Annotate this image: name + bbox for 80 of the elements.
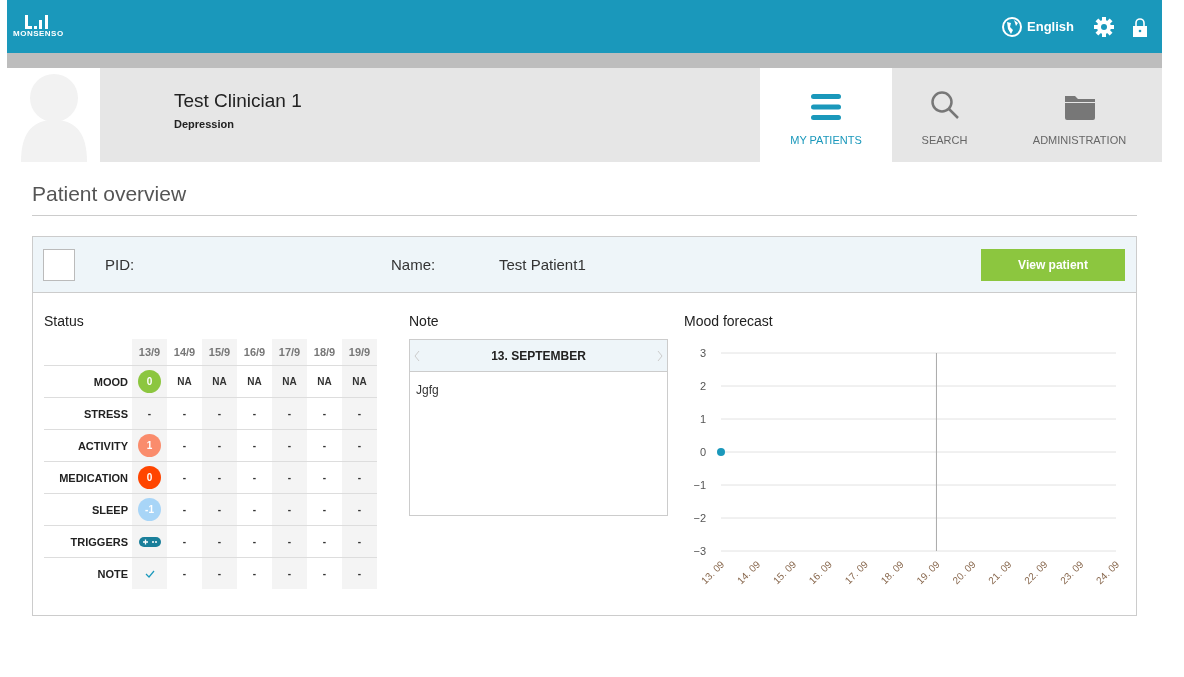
section-title: Mood forecast xyxy=(684,313,774,329)
axis-label: 0 xyxy=(699,446,706,458)
table-cell: - xyxy=(202,397,237,430)
axis-label: 15. 09 xyxy=(770,558,799,587)
axis-label: 17. 09 xyxy=(842,558,871,587)
pid-label: PID: xyxy=(105,256,136,273)
axis-label: 18. 09 xyxy=(878,558,906,587)
table-cell: - xyxy=(342,461,377,494)
chevron-left-icon[interactable] xyxy=(414,349,420,362)
search-icon xyxy=(929,90,960,120)
column-header: 19/9 xyxy=(342,339,377,366)
table-cell: - xyxy=(202,429,237,462)
axis-label: 14. 09 xyxy=(734,558,763,587)
column-header: 14/9 xyxy=(167,339,202,366)
table-cell: - xyxy=(202,461,237,494)
table-cell: - xyxy=(342,525,377,558)
gamepad-icon xyxy=(138,536,161,547)
table-cell: - xyxy=(202,493,237,526)
axis-label: 19. 09 xyxy=(914,558,942,587)
nav-tab[interactable]: SEARCH xyxy=(892,68,997,162)
nav-tab[interactable]: ADMINISTRATION xyxy=(997,68,1162,162)
table-cell: - xyxy=(342,557,377,589)
patient-name: Test Patient1 xyxy=(499,256,586,273)
view-patient-button[interactable]: View patient xyxy=(981,248,1125,281)
table-cell: - xyxy=(272,525,307,558)
table-cell: - xyxy=(202,557,237,589)
table-cell: - xyxy=(202,525,237,558)
score-badge: -1 xyxy=(138,498,161,521)
table-cell: - xyxy=(272,429,307,462)
name-label: Name: xyxy=(391,256,437,273)
column-header: 13/9 xyxy=(132,339,167,366)
axis-label: 16. 09 xyxy=(806,558,835,587)
score-badge: 1 xyxy=(138,434,161,457)
language-selector[interactable]: English xyxy=(1002,16,1074,37)
note-text: Jgfg xyxy=(416,383,439,397)
column-header: 17/9 xyxy=(272,339,307,366)
table-cell: - xyxy=(132,397,167,430)
table-cell: - xyxy=(342,493,377,526)
score-badge: 0 xyxy=(138,466,161,489)
axis-label: 2 xyxy=(699,380,706,392)
axis-label: −2 xyxy=(693,512,706,524)
folder-icon xyxy=(1064,94,1095,120)
table-cell: - xyxy=(272,557,307,589)
table-cell: - xyxy=(272,493,307,526)
settings-icon[interactable] xyxy=(1094,16,1114,37)
axis-label: 23. 09 xyxy=(1058,558,1086,587)
chevron-right-icon[interactable] xyxy=(657,349,663,362)
table-cell: NA xyxy=(342,365,377,398)
table-cell: - xyxy=(342,429,377,462)
axis-label: 24. 09 xyxy=(1093,558,1122,587)
table-cell: - xyxy=(342,397,377,430)
column-header: 16/9 xyxy=(237,339,272,366)
table-cell: - xyxy=(272,461,307,494)
menu-icon xyxy=(811,94,841,120)
axis-label: −3 xyxy=(693,545,706,557)
logo-text: MONSENSO xyxy=(13,29,64,38)
section-title: Note xyxy=(409,313,440,329)
section-title: Status xyxy=(44,313,85,329)
score-badge: 0 xyxy=(138,370,161,393)
axis-label: 21. 09 xyxy=(986,558,1014,587)
table-cell: - xyxy=(272,397,307,430)
column-header: 15/9 xyxy=(202,339,237,366)
column-header: 18/9 xyxy=(307,339,342,366)
axis-label: −1 xyxy=(693,479,706,491)
lock-icon[interactable] xyxy=(1132,16,1148,37)
table-cell: NA xyxy=(272,365,307,398)
checkmark-icon xyxy=(144,569,155,578)
axis-label: 13. 09 xyxy=(698,558,727,587)
note-date: 13. SEPTEMBER xyxy=(491,348,586,363)
data-point xyxy=(717,448,725,456)
clinician-group: Depression xyxy=(174,118,760,130)
axis-label: 20. 09 xyxy=(950,558,978,587)
axis-label: 1 xyxy=(699,413,706,425)
globe-icon xyxy=(1002,16,1023,37)
table-cell: NA xyxy=(202,365,237,398)
axis-label: 3 xyxy=(699,347,706,359)
axis-label: 22. 09 xyxy=(1022,558,1050,587)
page-title: Patient overview xyxy=(32,182,1137,216)
select-checkbox[interactable] xyxy=(43,248,75,281)
clinician-name: Test Clinician 1 xyxy=(174,90,303,112)
